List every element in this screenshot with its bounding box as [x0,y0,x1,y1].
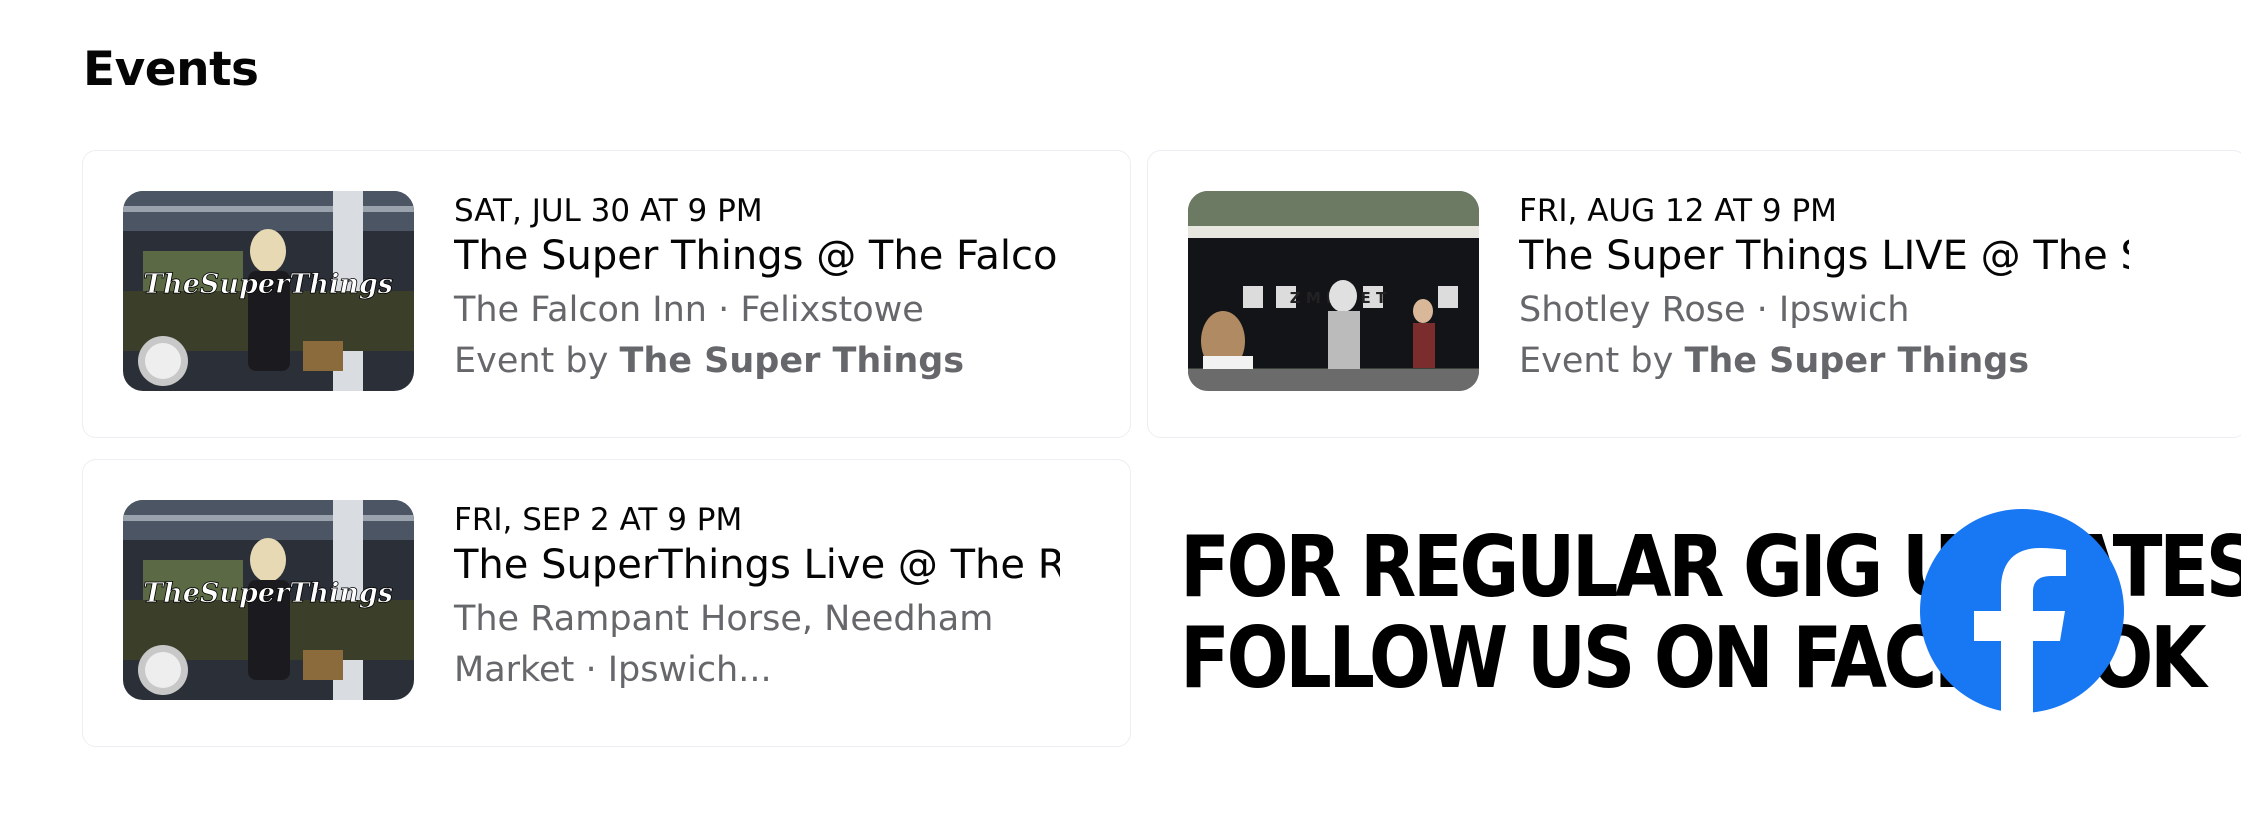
event-title-link[interactable]: The Super Things LIVE @ The Sl [1519,231,2129,285]
event-card[interactable]: TheSuperThings FRI, SEP 2 AT 9 PM The Su… [82,459,1131,747]
event-by-label: Event by [1519,341,1685,381]
svg-text:TheSuperThings: TheSuperThings [143,578,393,609]
band-photo-image: TheSuperThings [123,191,414,391]
event-location: The Rampant Horse, Needham [454,599,994,639]
event-location: Market · Ipswich... [454,650,772,690]
event-location: The Falcon Inn · Felixstowe [454,290,924,330]
svg-text:TheSuperThings: TheSuperThings [143,269,393,300]
event-location: Shotley Rose · Ipswich [1519,290,1910,330]
event-host-line: Event by The Super Things [454,336,1130,387]
event-card[interactable]: Z M R H E T FRI, AUG 12 AT 9 PM The Supe… [1147,150,2241,438]
event-by-label: Event by [454,341,620,381]
event-date: SAT, JUL 30 AT 9 PM [454,193,763,229]
event-thumbnail[interactable]: Z M R H E T [1188,191,1479,391]
facebook-icon[interactable] [1920,509,2124,713]
event-date: FRI, SEP 2 AT 9 PM [454,502,743,538]
band-photo-image: Z M R H E T [1188,191,1479,391]
event-host-line: Event by The Super Things [1519,336,2241,387]
event-host-link[interactable]: The Super Things [1684,341,2029,381]
events-heading: Events [83,42,259,97]
event-thumbnail[interactable]: TheSuperThings [123,500,414,700]
event-card[interactable]: TheSuperThings SAT, JUL 30 AT 9 PM The S… [82,150,1131,438]
event-title-link[interactable]: The SuperThings Live @ The Ra [454,540,1060,594]
event-host-link[interactable]: The Super Things [619,341,964,381]
event-title-link[interactable]: The Super Things @ The Falcon [454,231,1060,285]
band-photo-image: TheSuperThings [123,500,414,700]
event-date: FRI, AUG 12 AT 9 PM [1519,193,1837,229]
event-thumbnail[interactable]: TheSuperThings [123,191,414,391]
